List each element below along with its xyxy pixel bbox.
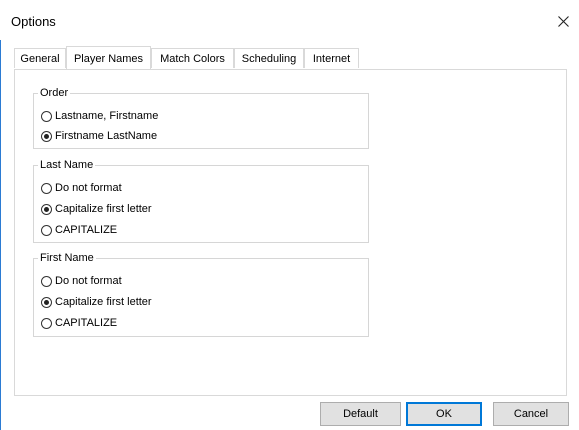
radio-last-capitalize[interactable]: CAPITALIZE — [41, 222, 117, 238]
order-group-legend: Order — [38, 86, 71, 100]
order-group: Order Lastname, Firstname Firstname Last… — [33, 86, 369, 149]
last-name-group-legend: Last Name — [38, 158, 96, 172]
close-button[interactable] — [552, 9, 576, 33]
tab-internet[interactable]: Internet — [304, 48, 359, 68]
window-edge — [0, 0, 1, 430]
radio-label: Capitalize first letter — [55, 296, 152, 308]
tab-scheduling[interactable]: Scheduling — [234, 48, 304, 68]
window-title: Options — [11, 14, 56, 29]
radio-first-capitalize[interactable]: CAPITALIZE — [41, 315, 117, 331]
radio-button[interactable] — [41, 203, 52, 215]
tab-player-names[interactable]: Player Names — [66, 46, 151, 69]
radio-last-capitalize-first[interactable]: Capitalize first letter — [41, 201, 152, 217]
radio-last-do-not-format[interactable]: Do not format — [41, 180, 122, 196]
radio-button[interactable] — [41, 317, 52, 329]
tab-general[interactable]: General — [14, 48, 66, 68]
radio-button[interactable] — [41, 110, 52, 122]
radio-label: CAPITALIZE — [55, 317, 118, 329]
radio-label: Do not format — [55, 182, 122, 194]
radio-button[interactable] — [41, 182, 52, 194]
first-name-group: First Name Do not format Capitalize firs… — [33, 251, 369, 337]
tab-panel-player-names: Order Lastname, Firstname Firstname Last… — [14, 69, 567, 396]
radio-button[interactable] — [41, 275, 52, 287]
radio-label: Do not format — [55, 275, 122, 287]
tab-match-colors[interactable]: Match Colors — [151, 48, 234, 68]
radio-label: Firstname LastName — [55, 130, 158, 142]
last-name-group: Last Name Do not format Capitalize first… — [33, 158, 369, 243]
radio-button[interactable] — [41, 224, 52, 236]
radio-order-firstname-lastname[interactable]: Firstname LastName — [41, 128, 157, 144]
radio-order-lastname-firstname[interactable]: Lastname, Firstname — [41, 108, 158, 124]
radio-first-do-not-format[interactable]: Do not format — [41, 273, 122, 289]
close-icon — [558, 16, 569, 27]
radio-button[interactable] — [41, 130, 52, 142]
ok-button[interactable]: OK — [406, 402, 482, 426]
radio-first-capitalize-first[interactable]: Capitalize first letter — [41, 294, 152, 310]
radio-label: Lastname, Firstname — [55, 110, 159, 122]
default-button[interactable]: Default — [320, 402, 401, 426]
radio-button[interactable] — [41, 296, 52, 308]
first-name-group-legend: First Name — [38, 251, 96, 265]
radio-label: CAPITALIZE — [55, 224, 118, 236]
cancel-button[interactable]: Cancel — [493, 402, 569, 426]
title-bar: Options — [0, 0, 579, 40]
radio-label: Capitalize first letter — [55, 203, 152, 215]
